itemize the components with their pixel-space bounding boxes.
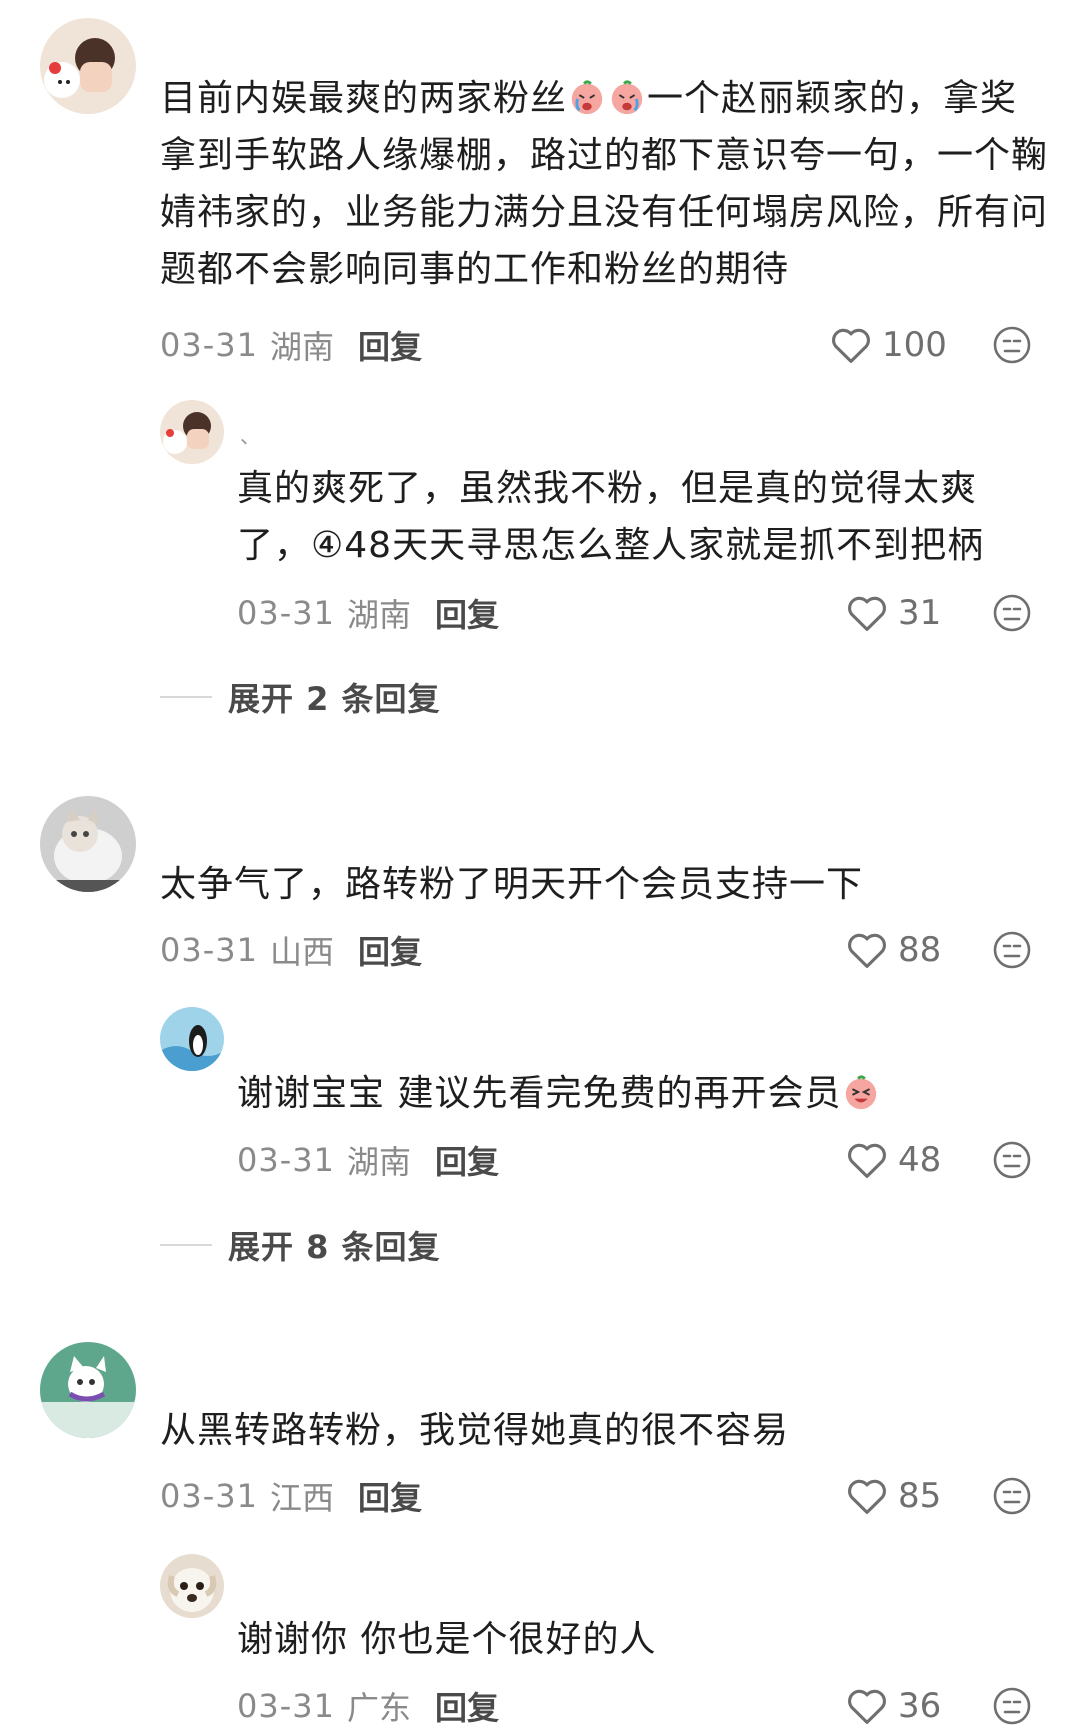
like-count: 48	[898, 1140, 942, 1180]
heart-outline-icon	[832, 328, 870, 363]
comment-text: 目前内娱最爽的两家粉丝 一个赵丽颖家的，拿奖拿到手软路人缘爆棚，路过的都下意识夸一…	[160, 70, 1050, 298]
meh-face-icon	[993, 594, 1031, 632]
like-count: 85	[898, 1476, 942, 1516]
reply-button[interactable]: 回复	[358, 927, 422, 973]
comment-text: 从黑转路转粉，我觉得她真的很不容易	[160, 1410, 790, 1451]
meh-face-icon	[993, 1141, 1031, 1179]
divider-line	[160, 1244, 212, 1246]
heart-outline-icon	[848, 596, 886, 631]
comment-location: 湖南	[269, 328, 334, 366]
reply-location: 湖南	[346, 596, 411, 634]
like-button[interactable]: 36	[846, 1681, 941, 1731]
heart-outline-icon	[848, 1143, 886, 1178]
comment-location: 山西	[269, 933, 334, 971]
like-count: 36	[898, 1686, 942, 1726]
reply-location: 广东	[346, 1689, 411, 1727]
heart-outline-icon	[848, 933, 886, 968]
dislike-button[interactable]	[992, 1476, 1032, 1516]
comment-meta: 03-31 湖南 回复	[160, 320, 422, 370]
reply-date: 03-31	[237, 1141, 335, 1179]
comment-text-start: 目前内娱最爽的两家粉丝	[160, 78, 568, 119]
like-button[interactable]: 88	[846, 925, 941, 975]
heart-outline-icon	[848, 1479, 886, 1514]
dislike-button[interactable]	[992, 930, 1032, 970]
dislike-button[interactable]	[992, 325, 1032, 365]
meh-face-icon	[993, 1477, 1031, 1515]
reply-date: 03-31	[237, 594, 335, 632]
reply-meta: 03-31 广东 回复	[237, 1681, 499, 1731]
reply-button[interactable]: 回复	[435, 1137, 499, 1183]
avatar[interactable]	[40, 1342, 136, 1438]
reply-text: 谢谢你 你也是个很好的人	[237, 1619, 657, 1660]
reply-avatar[interactable]	[160, 1007, 224, 1071]
expand-replies-label: 展开 8 条回复	[228, 1228, 441, 1266]
comment-location: 江西	[269, 1479, 334, 1517]
comment-date: 03-31	[160, 1477, 258, 1515]
crying-peach-emoji	[568, 76, 606, 115]
reply-date: 03-31	[237, 1687, 335, 1725]
reply-avatar[interactable]	[160, 400, 224, 464]
meh-face-icon	[993, 1687, 1031, 1725]
like-count: 100	[882, 325, 947, 365]
dislike-button[interactable]	[992, 1686, 1032, 1726]
crying-peach-emoji	[608, 76, 646, 115]
like-button[interactable]: 100	[830, 320, 947, 370]
reply-meta: 03-31 湖南 回复	[237, 588, 499, 638]
reply-button[interactable]: 回复	[358, 322, 422, 368]
comment-meta: 03-31 江西 回复	[160, 1471, 422, 1521]
expand-replies-button[interactable]: 展开 8 条回复	[160, 1220, 441, 1270]
expand-replies-button[interactable]: 展开 2 条回复	[160, 672, 441, 722]
like-button[interactable]: 31	[846, 588, 941, 638]
heart-outline-icon	[848, 1689, 886, 1724]
like-count: 31	[898, 593, 942, 633]
reply-button[interactable]: 回复	[435, 590, 499, 636]
dislike-button[interactable]	[992, 593, 1032, 633]
reply-username[interactable]: 、	[240, 420, 260, 449]
avatar[interactable]	[40, 796, 136, 892]
meh-face-icon	[993, 931, 1031, 969]
meh-face-icon	[993, 326, 1031, 364]
like-button[interactable]: 48	[846, 1135, 941, 1185]
comment-text: 太争气了，路转粉了明天开个会员支持一下	[160, 864, 864, 905]
comment-date: 03-31	[160, 326, 258, 364]
like-count: 88	[898, 930, 942, 970]
divider-line	[160, 696, 212, 698]
reply-location: 湖南	[346, 1143, 411, 1181]
dislike-button[interactable]	[992, 1140, 1032, 1180]
reply-text: 真的爽死了，虽然我不粉，但是真的觉得太爽了，④48天天寻思怎么整人家就是抓不到把…	[237, 468, 985, 566]
reply-button[interactable]: 回复	[435, 1683, 499, 1729]
avatar[interactable]	[40, 18, 136, 114]
reply-text: 谢谢宝宝 建议先看完免费的再开会员	[237, 1065, 1037, 1122]
comment-meta: 03-31 山西 回复	[160, 925, 422, 975]
expand-replies-label: 展开 2 条回复	[228, 680, 441, 718]
laughing-peach-emoji	[842, 1071, 880, 1110]
reply-avatar[interactable]	[160, 1554, 224, 1618]
like-button[interactable]: 85	[846, 1471, 941, 1521]
reply-meta: 03-31 湖南 回复	[237, 1135, 499, 1185]
reply-text-content: 谢谢宝宝 建议先看完免费的再开会员	[237, 1073, 842, 1114]
comment-date: 03-31	[160, 931, 258, 969]
reply-button[interactable]: 回复	[358, 1473, 422, 1519]
